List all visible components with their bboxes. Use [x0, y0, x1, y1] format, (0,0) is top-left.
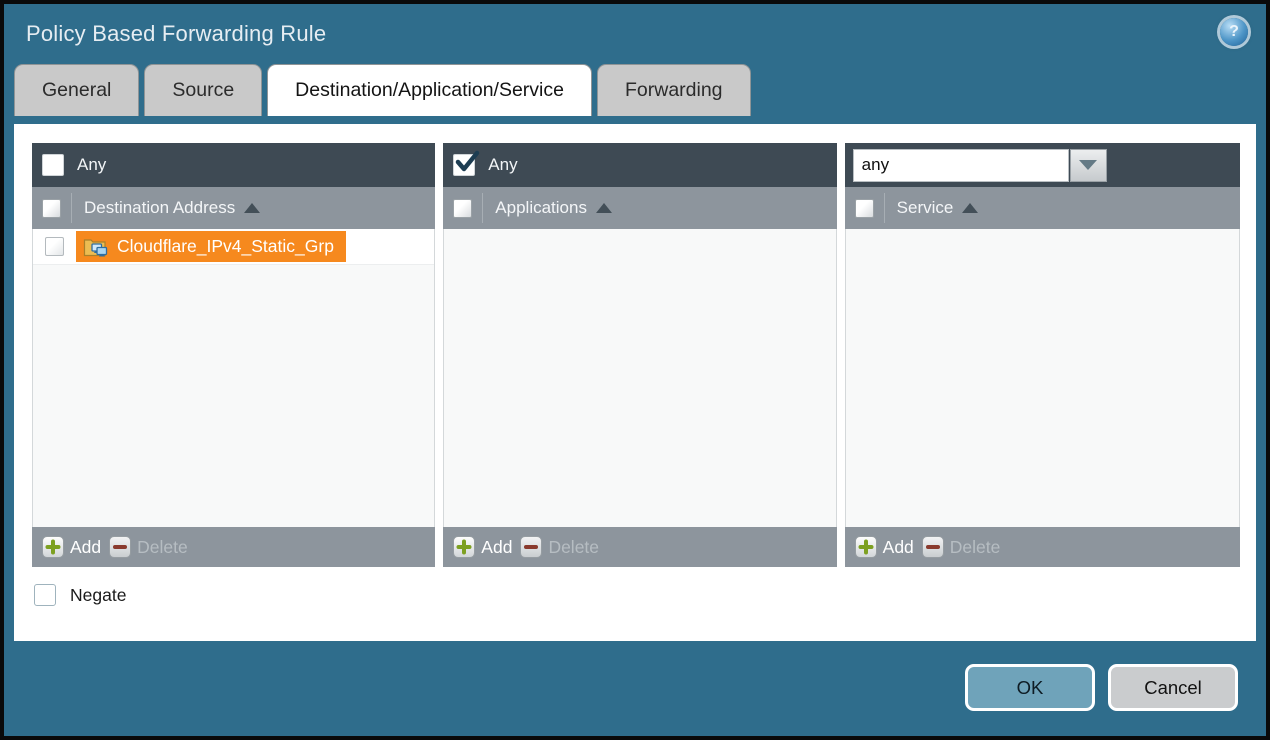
service-header-checkbox-cell	[845, 193, 885, 223]
sort-ascending-icon[interactable]	[244, 203, 260, 213]
address-group-icon	[83, 235, 109, 259]
tab-bar: General Source Destination/Application/S…	[4, 64, 1266, 116]
service-delete-button[interactable]: Delete	[922, 536, 1001, 558]
tab-general-label: General	[42, 79, 111, 102]
service-select-all-checkbox[interactable]	[855, 199, 874, 218]
negate-checkbox[interactable]	[34, 584, 56, 606]
destination-list: Cloudflare_IPv4_Static_Grp	[32, 229, 435, 527]
applications-actions-bar: Add Delete	[443, 527, 836, 567]
destination-any-checkbox[interactable]	[42, 154, 64, 176]
destination-add-button[interactable]: Add	[42, 536, 101, 558]
add-label: Add	[883, 537, 914, 558]
destination-header-cell: Destination Address	[84, 198, 260, 218]
tab-forwarding[interactable]: Forwarding	[597, 64, 751, 116]
applications-select-all-checkbox[interactable]	[453, 199, 472, 218]
destination-header-row[interactable]: Destination Address	[32, 187, 435, 229]
destination-delete-button[interactable]: Delete	[109, 536, 188, 558]
service-add-button[interactable]: Add	[855, 536, 914, 558]
row-checkbox[interactable]	[45, 237, 64, 256]
tab-source-label: Source	[172, 79, 234, 102]
address-group-entry[interactable]: Cloudflare_IPv4_Static_Grp	[76, 231, 346, 262]
tab-forwarding-label: Forwarding	[625, 79, 723, 102]
service-list	[845, 229, 1240, 527]
add-plus-icon	[453, 536, 475, 558]
help-glyph: ?	[1229, 23, 1239, 41]
columns-container: Any Destination Address	[14, 124, 1256, 567]
add-label: Add	[70, 537, 101, 558]
delete-label: Delete	[950, 537, 1001, 558]
list-item[interactable]: Cloudflare_IPv4_Static_Grp	[33, 229, 434, 265]
add-plus-icon	[855, 536, 877, 558]
delete-minus-icon	[922, 536, 944, 558]
add-label: Add	[481, 537, 512, 558]
delete-minus-icon	[109, 536, 131, 558]
applications-add-button[interactable]: Add	[453, 536, 512, 558]
destination-select-all-checkbox[interactable]	[42, 199, 61, 218]
tab-source[interactable]: Source	[144, 64, 262, 116]
chevron-down-icon	[1079, 160, 1097, 170]
service-dropdown-bar: any	[845, 143, 1240, 187]
dialog-footer-buttons: OK Cancel	[965, 664, 1238, 711]
applications-column: Any Applications	[443, 143, 836, 567]
applications-any-label: Any	[488, 155, 517, 175]
negate-row: Negate	[34, 584, 1256, 606]
applications-header-label: Applications	[495, 198, 587, 218]
negate-label: Negate	[70, 585, 126, 606]
service-dropdown-trigger[interactable]	[1070, 149, 1107, 182]
policy-based-forwarding-dialog: Policy Based Forwarding Rule ? General S…	[0, 0, 1270, 740]
destination-any-bar: Any	[32, 143, 435, 187]
service-header-label: Service	[897, 198, 954, 218]
sort-ascending-icon[interactable]	[596, 203, 612, 213]
applications-header-checkbox-cell	[443, 193, 483, 223]
add-plus-icon	[42, 536, 64, 558]
service-column: any Service	[845, 143, 1240, 567]
applications-header-row[interactable]: Applications	[443, 187, 836, 229]
destination-any-label: Any	[77, 155, 106, 175]
destination-header-checkbox-cell	[32, 193, 72, 223]
delete-label: Delete	[137, 537, 188, 558]
tab-destination-application-service[interactable]: Destination/Application/Service	[267, 64, 592, 116]
service-header-row[interactable]: Service	[845, 187, 1240, 229]
help-icon[interactable]: ?	[1220, 18, 1248, 46]
applications-any-checkbox-checked[interactable]	[453, 154, 475, 176]
destination-header-label: Destination Address	[84, 198, 235, 218]
tab-destination-label: Destination/Application/Service	[295, 79, 564, 102]
title-bar: Policy Based Forwarding Rule ?	[4, 4, 1266, 64]
applications-any-bar: Any	[443, 143, 836, 187]
applications-delete-button[interactable]: Delete	[520, 536, 599, 558]
address-group-name: Cloudflare_IPv4_Static_Grp	[117, 236, 334, 257]
sort-ascending-icon[interactable]	[962, 203, 978, 213]
destination-actions-bar: Add Delete	[32, 527, 435, 567]
tab-content-panel: Any Destination Address	[14, 124, 1256, 641]
service-dropdown[interactable]: any	[853, 149, 1107, 182]
applications-list	[443, 229, 836, 527]
applications-header-cell: Applications	[495, 198, 612, 218]
delete-label: Delete	[548, 537, 599, 558]
tab-general[interactable]: General	[14, 64, 139, 116]
dialog-title: Policy Based Forwarding Rule	[26, 21, 326, 47]
service-dropdown-value[interactable]: any	[853, 149, 1069, 182]
service-header-cell: Service	[897, 198, 979, 218]
destination-address-column: Any Destination Address	[32, 143, 435, 567]
service-actions-bar: Add Delete	[845, 527, 1240, 567]
delete-minus-icon	[520, 536, 542, 558]
ok-button[interactable]: OK	[965, 664, 1095, 711]
cancel-button[interactable]: Cancel	[1108, 664, 1238, 711]
